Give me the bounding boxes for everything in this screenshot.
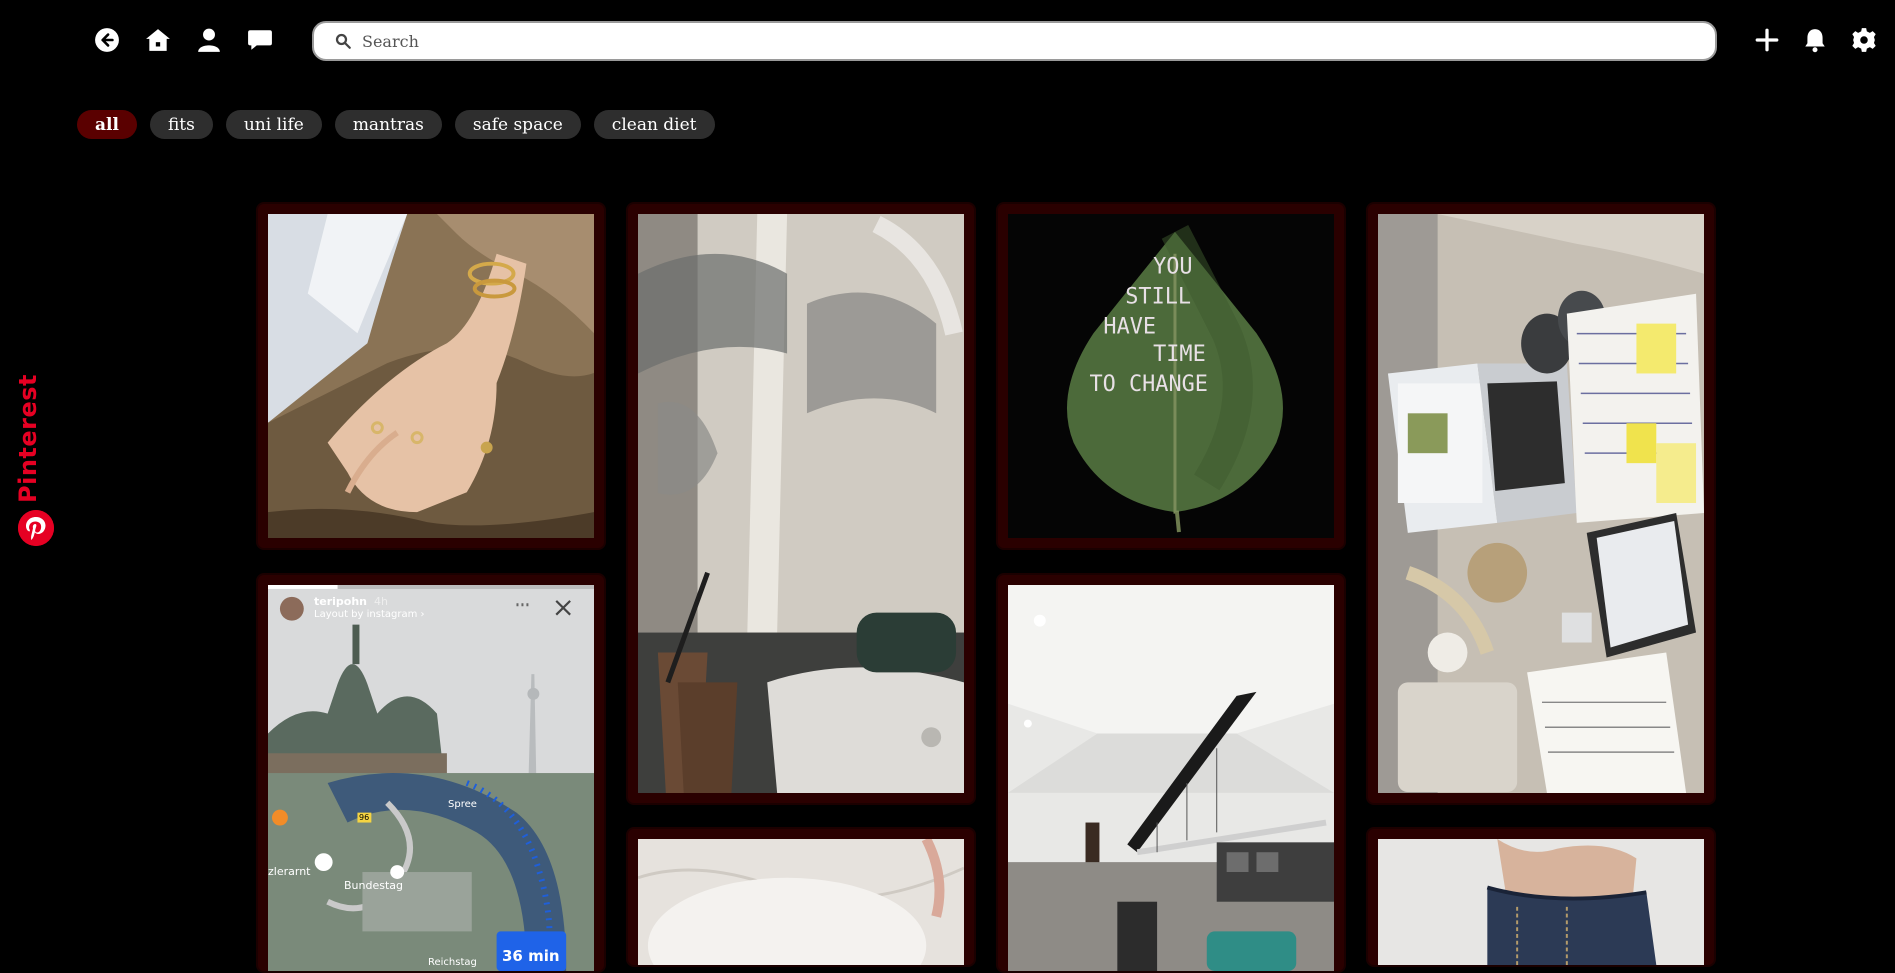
chip-all[interactable]: all [77, 110, 137, 139]
pin-image-instagram-story[interactable]: teripohn 4h Layout by instagram › 36 min Bun… [268, 585, 594, 971]
settings-icon[interactable] [1849, 25, 1879, 55]
pin-image-cafe-window[interactable] [638, 214, 964, 793]
back-icon[interactable] [92, 25, 122, 55]
pin-image-study-desk[interactable] [1378, 214, 1704, 793]
board-filter-chips: all fits uni life mantras safe space cle… [77, 110, 715, 139]
pin-card[interactable] [1366, 827, 1716, 967]
pinterest-brand[interactable]: Pinterest [14, 374, 58, 548]
pin-image-leaf-quote[interactable]: YOU STILL HAVE TIME TO CHANGE [1008, 214, 1334, 538]
notifications-icon[interactable] [1800, 25, 1830, 55]
svg-text:HAVE: HAVE [1103, 314, 1156, 339]
create-icon[interactable] [1752, 25, 1782, 55]
map-label-spree: Spree [448, 799, 477, 810]
home-icon[interactable] [143, 25, 173, 55]
pin-card[interactable] [996, 573, 1346, 973]
story-subtitle: Layout by instagram › [314, 609, 425, 620]
chip-clean-diet[interactable]: clean diet [593, 110, 715, 139]
pin-card[interactable] [256, 202, 606, 550]
search-icon [335, 33, 351, 49]
svg-text:TO CHANGE: TO CHANGE [1090, 372, 1208, 397]
map-label-zlerarnt: zlerarnt [268, 865, 311, 878]
top-bar [0, 0, 1895, 82]
chip-uni-life[interactable]: uni life [225, 110, 322, 139]
chip-fits[interactable]: fits [149, 110, 213, 139]
pin-card[interactable] [1366, 202, 1716, 805]
chip-safe-space[interactable]: safe space [454, 110, 581, 139]
pin-card[interactable]: teripohn 4h Layout by instagram › 36 min Bun… [256, 573, 606, 973]
map-label-reichstag: Reichstag [428, 957, 477, 968]
story-username: teripohn [314, 595, 368, 608]
chip-mantras[interactable]: mantras [334, 110, 442, 139]
map-label-bundestag: Bundestag [344, 879, 404, 892]
map-label-96: 96 [359, 813, 370, 822]
pin-card[interactable] [626, 827, 976, 967]
svg-text:TIME: TIME [1153, 342, 1206, 367]
messages-icon[interactable] [245, 25, 275, 55]
pin-image-interior-ceiling[interactable] [1008, 585, 1334, 971]
search-input[interactable] [360, 30, 1715, 52]
pin-image-jeans[interactable] [1378, 839, 1704, 965]
profile-icon[interactable] [194, 25, 224, 55]
story-age: 4h [374, 595, 388, 608]
pinterest-logo-icon [18, 510, 54, 546]
pinterest-wordmark: Pinterest [14, 373, 42, 503]
pin-image-hand-jewelry[interactable] [268, 214, 594, 538]
svg-text:YOU: YOU [1153, 255, 1192, 280]
pin-image-marble-table[interactable] [638, 839, 964, 965]
svg-text:STILL: STILL [1125, 284, 1191, 309]
map-eta-badge: 36 min [502, 947, 560, 965]
search-bar[interactable] [312, 21, 1717, 61]
pin-card[interactable]: YOU STILL HAVE TIME TO CHANGE [996, 202, 1346, 550]
pin-card[interactable] [626, 202, 976, 805]
